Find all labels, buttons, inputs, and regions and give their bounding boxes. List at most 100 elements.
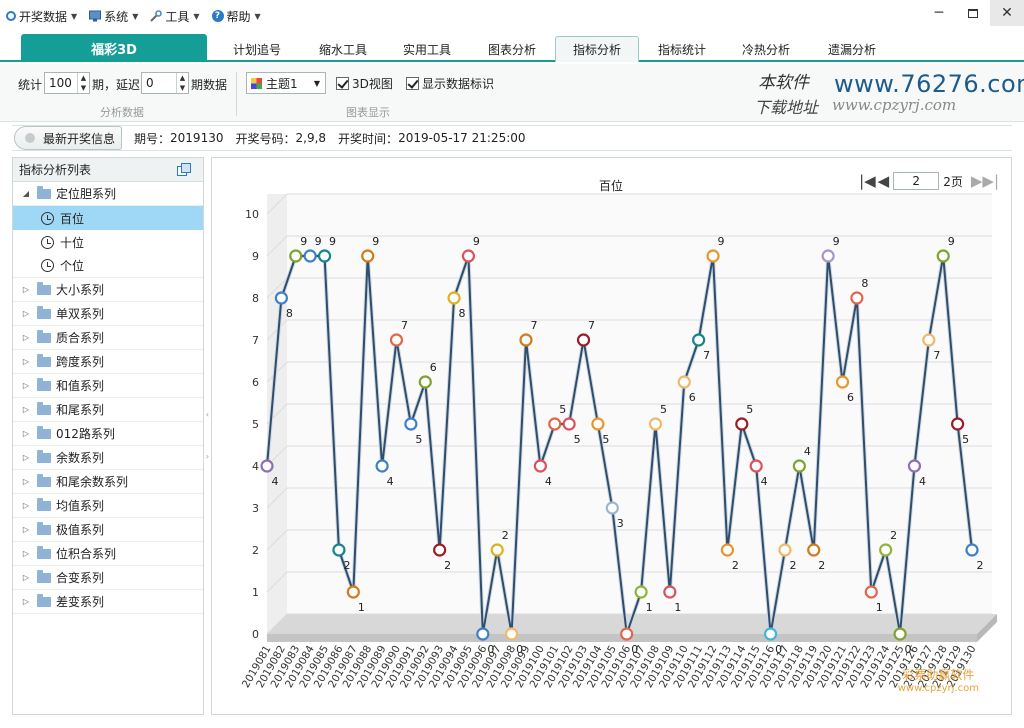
latest-draw-button[interactable]: 最新开奖信息 — [14, 126, 123, 150]
tree-group-label: 和尾余数系列 — [56, 475, 129, 489]
chevron-left-icon[interactable]: ‹ — [204, 405, 211, 423]
tree-group[interactable]: ▷ 012路系列 — [13, 422, 203, 446]
stat-periods-stepper[interactable]: 100 ▲ ▼ — [44, 72, 90, 94]
tree-group[interactable]: ▷ 单双系列 — [13, 302, 203, 326]
data-point — [461, 249, 476, 263]
menu-lottery-data[interactable]: 开奖数据 ▼ — [0, 3, 83, 29]
tab-shrink-tools[interactable]: 缩水工具 — [304, 36, 382, 62]
y-tick-label: 9 — [252, 250, 259, 263]
tree-group-label: 和尾系列 — [56, 403, 105, 417]
minimize-icon[interactable]: ─ — [922, 0, 956, 26]
tree-group[interactable]: ▷ 和尾系列 — [13, 398, 203, 422]
tree-group[interactable]: ▷ 和尾余数系列 — [13, 470, 203, 494]
expand-icon[interactable]: ▷ — [19, 429, 33, 438]
tree-group[interactable]: ▷ 大小系列 — [13, 278, 203, 302]
tab-indicator-analysis[interactable]: 指标分析 — [555, 36, 639, 62]
logo-url-main: www.76276.com — [834, 70, 1024, 98]
tree-group-label: 位积合系列 — [56, 547, 117, 561]
tab-plan-tracking[interactable]: 计划追号 — [218, 36, 296, 62]
folder-icon — [37, 521, 51, 535]
stepper-arrows-icon[interactable]: ▲ ▼ — [77, 73, 89, 93]
expand-icon[interactable]: ▷ — [19, 357, 33, 366]
checkbox-checked-icon[interactable] — [336, 77, 349, 90]
view3d-checkbox[interactable]: 3D视图 — [336, 75, 393, 92]
data-label: 1 — [674, 601, 681, 614]
latest-draw-button-label: 最新开奖信息 — [43, 131, 116, 146]
tab-utility-tools[interactable]: 实用工具 — [388, 36, 466, 62]
expand-icon[interactable]: ▷ — [19, 501, 33, 510]
brand-tab[interactable]: 福彩3D — [21, 34, 207, 62]
expand-icon[interactable]: ▷ — [19, 525, 33, 534]
data-label: 6 — [847, 391, 854, 404]
tree-group[interactable]: ▷ 质合系列 — [13, 326, 203, 350]
panel-splitter[interactable]: ‹ › — [204, 157, 211, 715]
expand-icon[interactable]: ▷ — [19, 405, 33, 414]
checkbox-checked-icon[interactable] — [406, 77, 419, 90]
data-point — [749, 459, 763, 473]
maximize-icon[interactable] — [956, 0, 990, 26]
data-point — [893, 627, 907, 641]
data-point — [317, 249, 332, 263]
data-point — [346, 585, 360, 599]
copy-icon[interactable] — [177, 163, 191, 176]
data-label: 9 — [473, 235, 480, 248]
tree-group[interactable]: ▷ 和值系列 — [13, 374, 203, 398]
show-labels-checkbox[interactable]: 显示数据标识 — [406, 75, 494, 92]
tree-group[interactable]: ▷ 极值系列 — [13, 518, 203, 542]
expand-icon[interactable]: ▷ — [19, 309, 33, 318]
expand-icon[interactable]: ▷ — [19, 285, 33, 294]
expand-icon[interactable]: ▷ — [19, 477, 33, 486]
tree-group[interactable]: ▷ 位积合系列 — [13, 542, 203, 566]
tree-group[interactable]: ▷ 合变系列 — [13, 566, 203, 590]
delay-stepper[interactable]: 0 ▲ ▼ — [141, 72, 189, 94]
data-label: 7 — [933, 349, 940, 362]
tree-group[interactable]: ▷ 跨度系列 — [13, 350, 203, 374]
data-point — [850, 291, 864, 305]
tree-group-label: 极值系列 — [56, 523, 105, 537]
expand-icon[interactable]: ▷ — [19, 549, 33, 558]
theme-select[interactable]: 主题1 ▼ — [246, 72, 326, 94]
data-label: 7 — [401, 319, 408, 332]
folder-icon — [37, 329, 51, 343]
expand-icon[interactable]: ▷ — [19, 333, 33, 342]
close-icon[interactable]: ✕ — [990, 0, 1024, 26]
tree-group-position[interactable]: ◢ 定位胆系列 — [13, 182, 203, 206]
tree-group[interactable]: ▷ 余数系列 — [13, 446, 203, 470]
collapse-icon[interactable]: ◢ — [19, 189, 33, 198]
menu-label: 帮助 — [226, 9, 251, 24]
data-point — [648, 417, 663, 431]
data-point — [821, 249, 835, 263]
tab-indicator-stats[interactable]: 指标统计 — [643, 36, 721, 62]
data-point — [692, 333, 706, 347]
tab-hot-cold[interactable]: 冷热分析 — [727, 36, 805, 62]
tree-group[interactable]: ▷ 均值系列 — [13, 494, 203, 518]
stepper-arrows-icon[interactable]: ▲ ▼ — [176, 73, 188, 93]
expand-icon[interactable]: ▷ — [19, 381, 33, 390]
y-tick-label: 8 — [252, 292, 259, 305]
chevron-down-icon: ▼ — [254, 11, 261, 21]
menu-system[interactable]: 系统 ▼ — [83, 3, 144, 29]
tree-group[interactable]: ▷ 差变系列 — [13, 590, 203, 614]
y-tick-label: 4 — [252, 460, 259, 473]
data-label: 2 — [502, 529, 509, 542]
chevron-right-icon[interactable]: › — [204, 447, 211, 465]
tab-omission[interactable]: 遗漏分析 — [813, 36, 891, 62]
expand-icon[interactable]: ▷ — [19, 573, 33, 582]
tree-item-tens[interactable]: 十位 — [13, 230, 203, 254]
menu-tools[interactable]: 工具 ▼ — [144, 3, 205, 29]
data-label: 9 — [315, 235, 322, 248]
menu-help[interactable]: ? 帮助 ▼ — [206, 3, 267, 29]
data-point — [864, 585, 878, 599]
chevron-down-icon: ▼ — [71, 11, 78, 21]
delay-value[interactable]: 0 — [142, 76, 176, 90]
clock-icon — [41, 259, 54, 272]
expand-icon[interactable]: ▷ — [19, 597, 33, 606]
data-label: 9 — [948, 235, 955, 248]
stat-value[interactable]: 100 — [45, 76, 77, 90]
data-point — [965, 543, 979, 557]
tree-item-units[interactable]: 个位 — [13, 254, 203, 278]
data-point — [260, 459, 274, 473]
tree-item-hundreds[interactable]: 百位 — [13, 206, 203, 230]
expand-icon[interactable]: ▷ — [19, 453, 33, 462]
tab-chart-analysis[interactable]: 图表分析 — [473, 36, 551, 62]
